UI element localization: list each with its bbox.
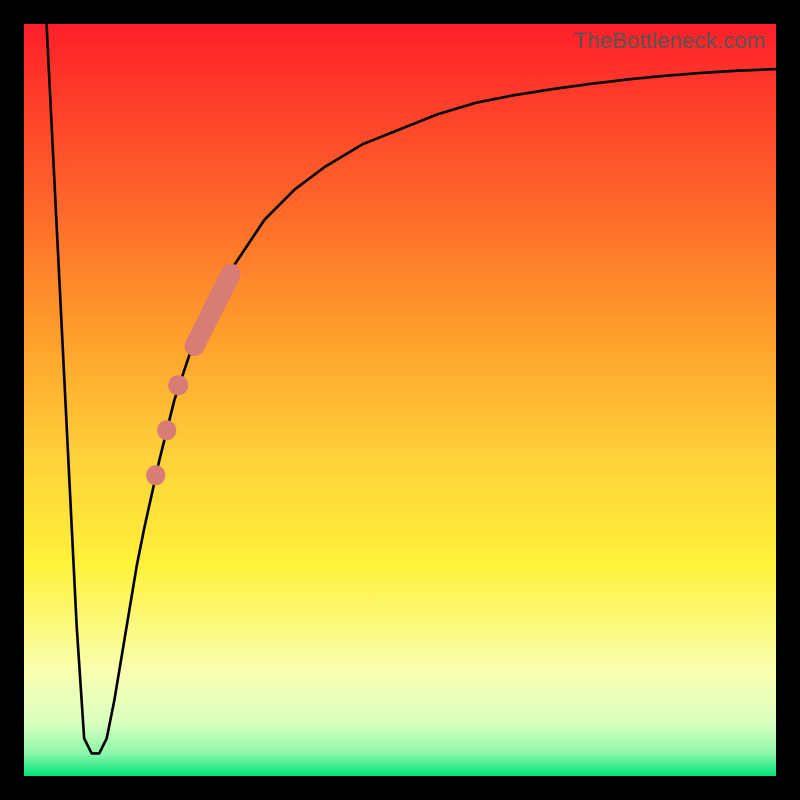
watermark-text: TheBottleneck.com: [574, 28, 766, 54]
curve-marker[interactable]: [168, 375, 188, 395]
curve-marker[interactable]: [146, 465, 166, 485]
plot-area[interactable]: TheBottleneck.com: [24, 24, 776, 776]
markers-layer: [24, 24, 776, 776]
chart-frame: TheBottleneck.com: [0, 0, 800, 800]
curve-marker[interactable]: [157, 420, 177, 440]
curve-highlight-pill[interactable]: [181, 260, 244, 359]
